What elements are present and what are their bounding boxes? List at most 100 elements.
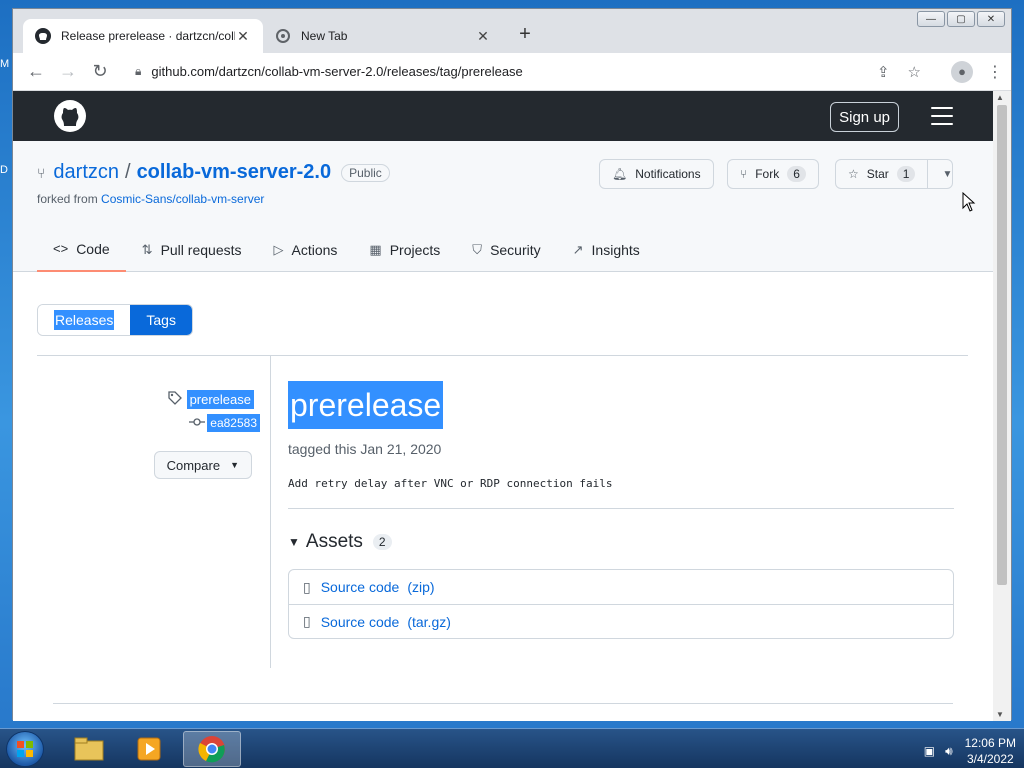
fork-icon: ⑂ bbox=[740, 167, 748, 181]
new-tab-button[interactable]: + bbox=[513, 23, 537, 46]
minimize-button[interactable]: — bbox=[917, 11, 945, 27]
asset-tar-gz[interactable]: ▯ Source code (tar.gz) bbox=[289, 604, 953, 638]
star-button[interactable]: ☆ Star 1 ▼ bbox=[835, 159, 954, 189]
lock-icon[interactable]: 🔒︎ bbox=[135, 64, 141, 79]
media-player-icon[interactable] bbox=[120, 731, 178, 767]
bookmark-star-icon[interactable]: ☆ bbox=[908, 63, 921, 81]
repo-nav: <> Code ⇅ Pull requests ▷ Actions ▦ Proj… bbox=[37, 227, 656, 272]
star-icon: ☆ bbox=[848, 167, 859, 181]
tab-insights[interactable]: ↗ Insights bbox=[557, 227, 656, 272]
tagged-date: tagged this Jan 21, 2020 bbox=[288, 441, 442, 457]
pull-request-icon: ⇅ bbox=[141, 241, 153, 257]
github-header: Sign up bbox=[13, 91, 995, 141]
repo-separator: / bbox=[125, 161, 131, 183]
tab-projects[interactable]: ▦ Projects bbox=[353, 227, 456, 272]
maximize-button[interactable]: ▢ bbox=[947, 11, 975, 27]
scroll-up-icon[interactable]: ▲ bbox=[996, 93, 1004, 102]
releases-tab[interactable]: Releases bbox=[38, 305, 131, 335]
forward-icon[interactable]: → bbox=[53, 57, 83, 87]
forked-from: forked from Cosmic-Sans/collab-vm-server bbox=[37, 192, 264, 206]
back-icon[interactable]: ← bbox=[21, 57, 51, 87]
github-logo-icon[interactable] bbox=[53, 99, 87, 138]
tab-strip: Release prerelease · dartzcn/colla ✕ New… bbox=[13, 9, 1011, 53]
clock-date: 3/4/2022 bbox=[966, 752, 1014, 766]
tab-label: Code bbox=[76, 240, 110, 257]
browser-toolbar: ← → ↻ 🔒︎ github.com/dartzcn/collab-vm-se… bbox=[13, 53, 1011, 91]
code-icon: <> bbox=[53, 241, 69, 256]
notifications-label: Notifications bbox=[635, 167, 701, 181]
tag-line: prerelease bbox=[167, 390, 254, 409]
fork-button[interactable]: ⑂ Fork 6 bbox=[727, 159, 819, 189]
close-tab-icon[interactable]: ✕ bbox=[235, 28, 251, 45]
volume-icon[interactable]: 🔊︎ bbox=[945, 744, 953, 759]
close-window-button[interactable]: ✕ bbox=[977, 11, 1005, 27]
tag-link[interactable]: prerelease bbox=[186, 390, 254, 409]
taskbar: ▣ 🔊︎ 12:06 PM 3/4/2022 bbox=[0, 728, 1024, 768]
address-bar[interactable]: 🔒︎ github.com/dartzcn/collab-vm-server-2… bbox=[125, 57, 931, 87]
commit-line: ea82583 bbox=[189, 414, 260, 432]
releases-tags-toggle: Releases Tags bbox=[37, 304, 193, 336]
browser-menu-icon[interactable]: ⋮ bbox=[987, 62, 1003, 82]
fork-label: Fork bbox=[755, 167, 780, 181]
tab-actions[interactable]: ▷ Actions bbox=[258, 227, 354, 272]
repo-header: ⑂ dartzcn / collab-vm-server-2.0 Public … bbox=[13, 141, 995, 272]
tab-new-tab[interactable]: New Tab ✕ bbox=[263, 19, 503, 53]
play-icon: ▷ bbox=[273, 241, 284, 257]
bell-icon: 🔔︎ bbox=[612, 167, 628, 181]
compare-button[interactable]: Compare ▼ bbox=[153, 451, 252, 479]
table-icon: ▦ bbox=[369, 241, 382, 257]
asset-label: Source code bbox=[320, 579, 400, 595]
tab-label: Pull requests bbox=[160, 241, 242, 258]
share-icon[interactable]: ⇪ bbox=[877, 63, 890, 81]
release-sidebar: prerelease ea82583 Compare ▼ bbox=[37, 356, 271, 668]
desktop-label: M bbox=[0, 58, 10, 70]
tab-release[interactable]: Release prerelease · dartzcn/colla ✕ bbox=[23, 19, 263, 53]
vertical-scrollbar[interactable]: ▲ ▼ bbox=[993, 91, 1011, 721]
file-explorer-icon[interactable] bbox=[60, 731, 118, 767]
start-button[interactable] bbox=[6, 731, 44, 767]
desktop-label: D bbox=[0, 164, 8, 176]
release-notes: Add retry delay after VNC or RDP connect… bbox=[288, 477, 613, 490]
sign-up-button[interactable]: Sign up bbox=[830, 102, 899, 132]
fork-count: 6 bbox=[787, 166, 806, 182]
system-tray: ▣ 🔊︎ 12:06 PM 3/4/2022 bbox=[924, 735, 1016, 767]
asset-format: (zip) bbox=[407, 579, 435, 595]
repo-owner-link[interactable]: dartzcn bbox=[53, 161, 119, 184]
network-icon[interactable]: ▣ bbox=[924, 744, 935, 758]
clock[interactable]: 12:06 PM 3/4/2022 bbox=[965, 735, 1016, 767]
url-text[interactable]: github.com/dartzcn/collab-vm-server-2.0/… bbox=[151, 64, 859, 79]
forked-from-link[interactable]: Cosmic-Sans/collab-vm-server bbox=[101, 192, 264, 206]
repo-forked-icon: ⑂ bbox=[37, 164, 46, 181]
star-label: Star bbox=[866, 167, 889, 181]
assets-heading[interactable]: ▼ Assets 2 bbox=[288, 531, 954, 553]
tab-title: New Tab bbox=[301, 29, 348, 43]
tags-tab[interactable]: Tags bbox=[130, 305, 192, 335]
releases-label: Releases bbox=[54, 310, 115, 330]
tag-icon bbox=[167, 390, 183, 409]
star-dropdown-icon[interactable]: ▼ bbox=[927, 159, 952, 189]
notifications-button[interactable]: 🔔︎ Notifications bbox=[599, 159, 714, 189]
commit-link[interactable]: ea82583 bbox=[207, 414, 260, 432]
tab-code[interactable]: <> Code bbox=[37, 227, 126, 272]
assets-count: 2 bbox=[372, 534, 392, 550]
chrome-taskbar-icon[interactable] bbox=[183, 731, 241, 767]
scroll-down-icon[interactable]: ▼ bbox=[996, 710, 1004, 719]
chevron-down-icon: ▼ bbox=[230, 460, 239, 470]
release-main: prerelease tagged this Jan 21, 2020 Add … bbox=[288, 381, 954, 639]
repo-name-link[interactable]: collab-vm-server-2.0 bbox=[137, 161, 332, 184]
profile-icon[interactable]: ● bbox=[951, 60, 973, 83]
reload-icon[interactable]: ↻ bbox=[85, 57, 115, 87]
star-count: 1 bbox=[896, 166, 916, 182]
repo-title: ⑂ dartzcn / collab-vm-server-2.0 Public bbox=[37, 161, 390, 184]
asset-format: (tar.gz) bbox=[407, 613, 451, 630]
github-icon bbox=[35, 28, 51, 44]
scrollbar-thumb[interactable] bbox=[997, 105, 1007, 585]
tab-security[interactable]: ⛉ Security bbox=[456, 227, 556, 272]
asset-zip[interactable]: ▯ Source code (zip) bbox=[289, 570, 953, 604]
triangle-down-icon: ▼ bbox=[288, 535, 300, 549]
clock-time: 12:06 PM bbox=[964, 736, 1016, 750]
tab-pull-requests[interactable]: ⇅ Pull requests bbox=[126, 227, 258, 272]
divider bbox=[288, 508, 954, 509]
hamburger-menu-icon[interactable] bbox=[931, 107, 953, 131]
close-tab-icon[interactable]: ✕ bbox=[475, 28, 491, 45]
